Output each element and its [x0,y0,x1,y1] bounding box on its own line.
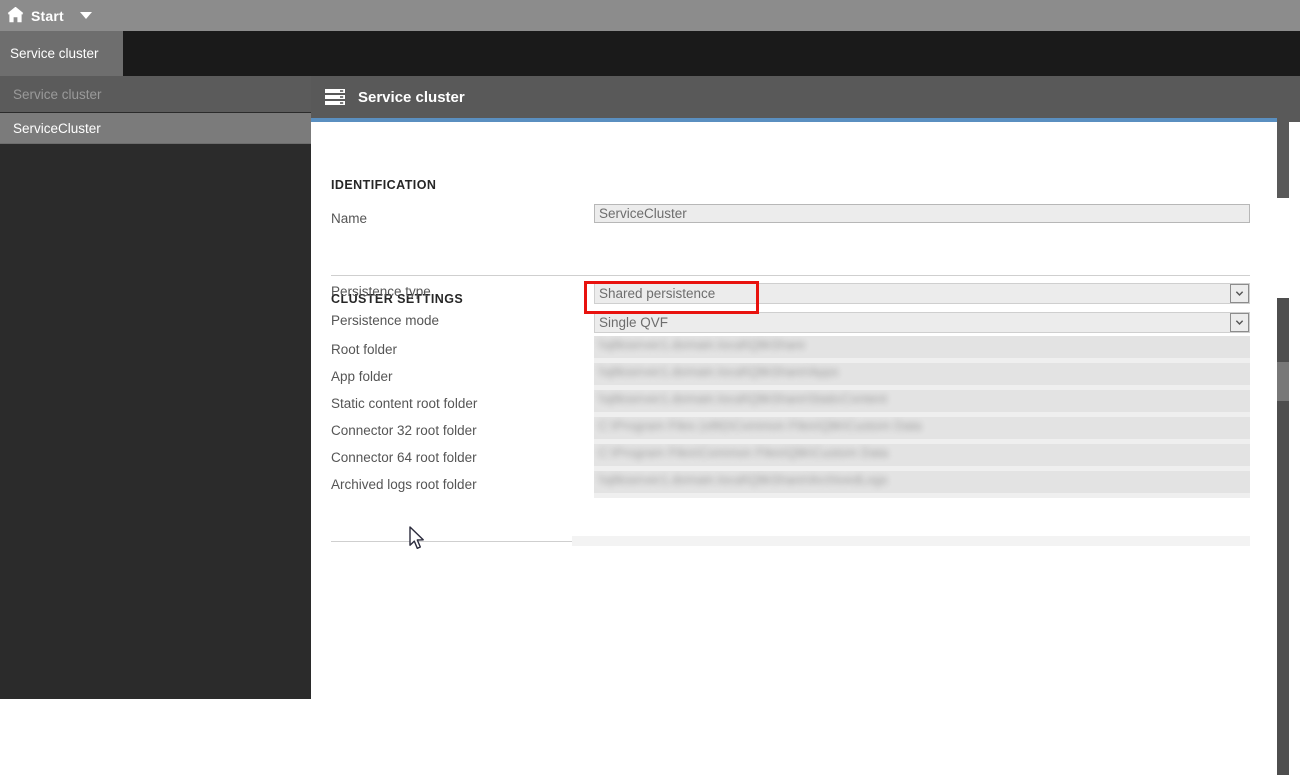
archived-logs-root-folder-underline [594,493,1250,498]
persistence-type-select[interactable]: Shared persistence [594,283,1250,304]
top-bar: Start [0,0,1300,31]
label-archived-logs-root-folder: Archived logs root folder [331,477,477,492]
root-folder-input[interactable]: \\qlikserver1.domain.local\QlikShare [594,336,1250,358]
vertical-scrollbar[interactable] [1277,298,1289,775]
section-divider-2 [331,541,572,542]
tab-label: Service cluster [10,46,99,61]
persistence-mode-dropdown-button[interactable] [1230,313,1249,332]
main-panel: Service cluster IDENTIFICATION Name Serv… [311,76,1300,775]
tab-strip: Service cluster [0,31,1300,76]
scrollbar-upper-track[interactable] [1277,122,1289,198]
tab-arrow-shape [102,31,117,75]
label-static-content-root-folder: Static content root folder [331,396,478,411]
persistence-mode-value: Single QVF [599,315,669,330]
sidebar-item-servicecluster[interactable]: ServiceCluster [0,113,311,144]
name-input[interactable]: ServiceCluster [594,204,1250,223]
chevron-down-icon [1235,320,1244,325]
archived-logs-root-folder-input[interactable]: \\qlikserver1.domain.local\QlikShare\Arc… [594,471,1250,493]
sidebar: Service cluster ServiceCluster [0,76,311,699]
section-title-identification: IDENTIFICATION [331,178,437,192]
persistence-mode-select-box[interactable] [594,312,1250,333]
label-app-folder: App folder [331,369,393,384]
section-divider-1 [331,275,1250,276]
sidebar-item-label: ServiceCluster [13,120,101,136]
page-title: Service cluster [358,88,465,106]
sidebar-header: Service cluster [0,76,311,113]
home-icon[interactable] [7,7,24,24]
panel-header-gutter [1277,76,1300,122]
connector-32-root-folder-value: C:\Program Files (x86)\Common Files\Qlik… [598,418,922,433]
form-body: IDENTIFICATION Name ServiceCluster CLUST… [311,122,1277,699]
label-name: Name [331,211,368,226]
connector-64-root-folder-input[interactable]: C:\Program Files\Common Files\Qlik\Custo… [594,444,1250,466]
app-folder-value: \\qlikserver1.domain.local\QlikShare\App… [598,364,839,379]
persistence-type-dropdown-button[interactable] [1230,284,1249,303]
server-rack-icon [325,89,345,105]
archived-logs-root-folder-value: \\qlikserver1.domain.local\QlikShare\Arc… [598,472,888,487]
static-content-root-folder-input[interactable]: \\qlikserver1.domain.local\QlikShare\Sta… [594,390,1250,412]
connector-64-root-folder-value: C:\Program Files\Common Files\Qlik\Custo… [598,445,889,460]
label-connector-64-root-folder: Connector 64 root folder [331,450,477,465]
static-content-root-folder-value: \\qlikserver1.domain.local\QlikShare\Sta… [598,391,888,406]
persistence-mode-select[interactable]: Single QVF [594,312,1250,333]
panel-header: Service cluster [311,76,1300,118]
label-persistence-type: Persistence type [331,284,431,299]
chevron-down-icon[interactable] [79,12,92,19]
app-folder-input[interactable]: \\qlikserver1.domain.local\QlikShare\App… [594,363,1250,385]
root-folder-value: \\qlikserver1.domain.local\QlikShare [598,337,806,352]
label-root-folder: Root folder [331,342,398,357]
persistence-type-value: Shared persistence [599,286,716,301]
label-persistence-mode: Persistence mode [331,313,440,328]
label-connector-32-root-folder: Connector 32 root folder [331,423,477,438]
scrollbar-thumb[interactable] [1277,362,1289,401]
bottom-faint-band [572,536,1250,546]
chevron-down-icon [1235,291,1244,296]
sidebar-header-label: Service cluster [13,86,102,102]
connector-32-root-folder-input[interactable]: C:\Program Files (x86)\Common Files\Qlik… [594,417,1250,439]
start-menu-label[interactable]: Start [31,8,64,24]
